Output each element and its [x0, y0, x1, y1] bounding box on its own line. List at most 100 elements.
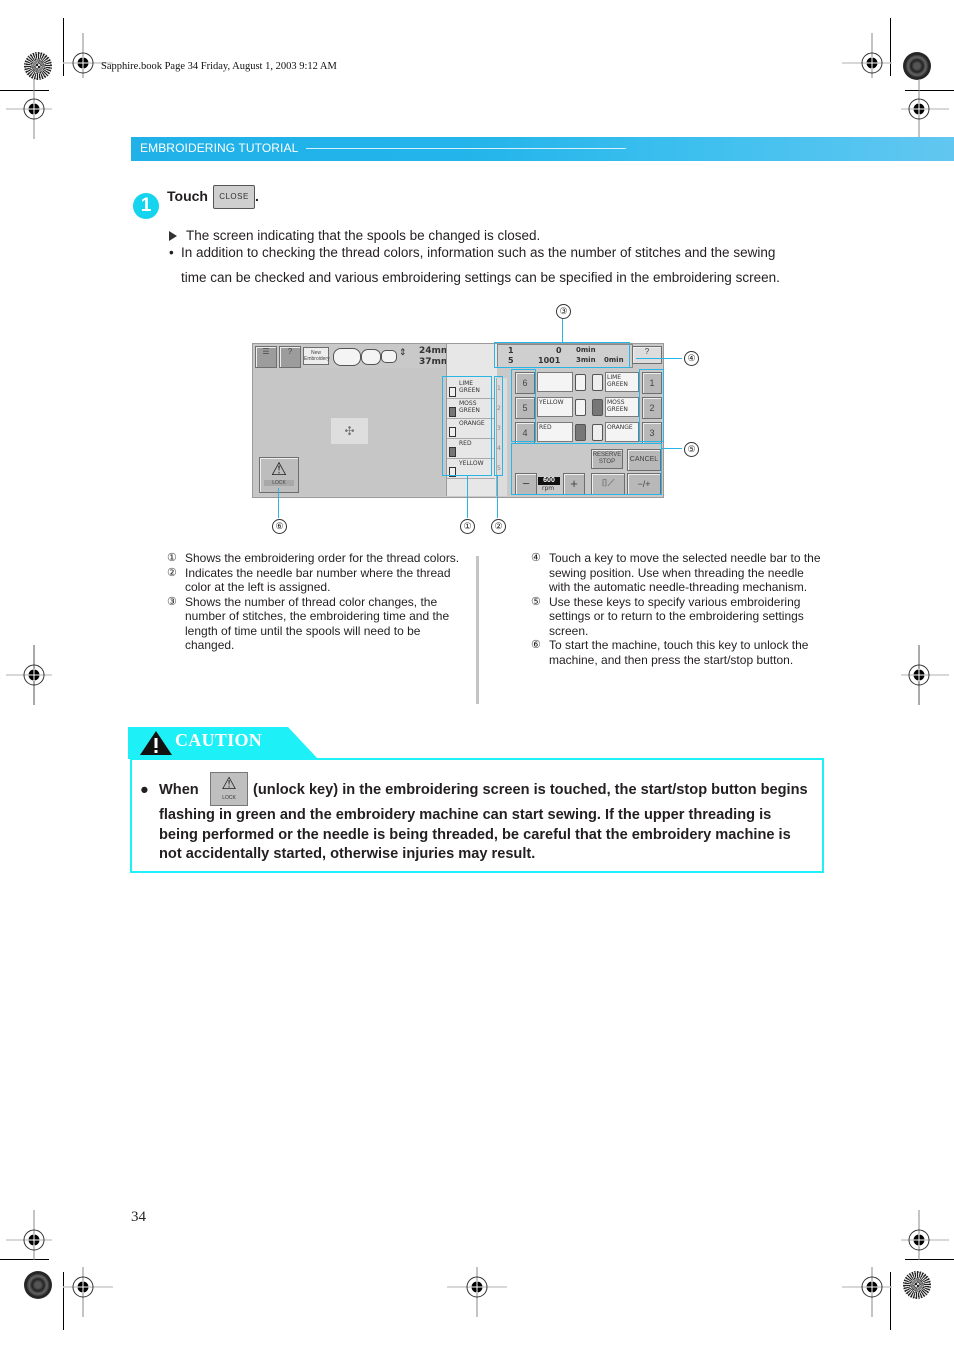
thread-label: RED — [539, 424, 552, 431]
print-info: Sapphire.book Page 34 Friday, August 1, … — [101, 61, 337, 72]
new-embroidery-button: New Embroidery — [303, 347, 330, 365]
registration-mark-icon — [889, 645, 949, 705]
thread-label-box — [537, 372, 573, 392]
callout-box-2 — [494, 376, 503, 476]
description-text: Shows the number of thread color changes… — [185, 594, 450, 653]
callout-box-4b — [639, 369, 664, 442]
lock-label: LOCK — [222, 795, 236, 801]
description-text: Use these keys to specify various embroi… — [549, 594, 804, 638]
callout-leader — [497, 476, 498, 518]
thread-label-box: MOSS GREEN — [605, 397, 639, 417]
result-arrow-icon — [169, 231, 177, 241]
caution-when: When — [159, 782, 199, 798]
callout-box-3 — [494, 342, 630, 368]
warning-triangle-icon: ⚠ — [221, 774, 237, 793]
callout-description: ② Indicates the needle bar number where t… — [167, 566, 462, 595]
caution-bullet: ● — [140, 782, 149, 798]
caution-title: CAUTION — [175, 730, 263, 750]
page-number: 34 — [131, 1209, 146, 1225]
bullet-dot: • — [169, 245, 174, 260]
step-instruction-suffix: . — [255, 188, 259, 204]
callout-leader — [278, 488, 279, 518]
step-number-badge: 1 — [133, 193, 159, 219]
description-text: To start the machine, touch this key to … — [549, 638, 809, 667]
registration-mark-icon — [889, 79, 949, 139]
color-registration-target-icon — [24, 52, 52, 80]
callout-2: ② — [491, 519, 506, 534]
callout-box-4a — [511, 369, 536, 442]
thread-spool-icon — [575, 424, 586, 441]
callout-4: ④ — [684, 351, 699, 366]
callout-description: ③ Shows the number of thread color change… — [167, 595, 462, 653]
hoop-small-icon — [381, 350, 397, 363]
callout-description: ⑤ Use these keys to specify various embro… — [531, 595, 826, 639]
color-registration-target-icon — [24, 1271, 52, 1299]
thread-label-box: RED — [537, 422, 573, 442]
thread-label: YELLOW — [539, 399, 564, 406]
description-number: ① — [167, 552, 177, 564]
callout-leader — [562, 318, 563, 342]
callout-description: ⑥ To start the machine, touch this key to… — [531, 638, 826, 667]
pattern-list-icon: ☰ — [255, 346, 277, 368]
description-text: Shows the embroidering order for the thr… — [185, 551, 460, 565]
color-registration-target-icon — [903, 1271, 931, 1299]
thread-spool-icon — [592, 399, 603, 416]
registration-mark-icon — [842, 1257, 902, 1317]
caution-line4: not accidentally started, otherwise inju… — [159, 846, 536, 862]
size-icon: ⇕ — [399, 347, 407, 357]
lock-label: LOCK — [264, 480, 294, 486]
callout-leader — [662, 448, 682, 449]
thread-label: LIME GREEN — [607, 374, 628, 388]
pattern-thumbnail: ✣ — [331, 418, 368, 444]
registration-mark-icon — [53, 1257, 113, 1317]
callout-1: ① — [460, 519, 475, 534]
registration-mark-icon — [447, 1257, 507, 1317]
callout-box-5 — [511, 443, 662, 495]
caution-line1: (unlock key) in the embroidering screen … — [253, 782, 808, 798]
callout-descriptions-left: ① Shows the embroidering order for the th… — [167, 551, 462, 653]
thread-spool-icon — [575, 399, 586, 416]
machine-help-icon: ? — [279, 346, 301, 368]
callout-descriptions-right: ④ Touch a key to move the selected needle… — [531, 551, 826, 667]
hoop-medium-icon — [361, 349, 381, 365]
callout-leader — [467, 476, 468, 518]
thread-label-box: ORANGE — [605, 422, 639, 442]
bullet-text-line1: In addition to checking the thread color… — [181, 245, 776, 260]
description-text: Touch a key to move the selected needle … — [549, 551, 821, 594]
warning-triangle-icon: ⚠ — [270, 459, 288, 479]
callout-5: ⑤ — [684, 442, 699, 457]
thread-label-box: LIME GREEN — [605, 372, 639, 392]
caution-line2: flashing in green and the embroidery mac… — [159, 807, 772, 823]
column-divider — [476, 556, 479, 704]
close-button-image: CLOSE — [213, 185, 255, 209]
callout-leader — [636, 358, 682, 359]
description-number: ⑤ — [531, 595, 541, 608]
registration-mark-icon — [4, 79, 64, 139]
lock-key-button: ⚠ LOCK — [259, 457, 299, 493]
header-rule — [306, 148, 626, 149]
callout-description: ④ Touch a key to move the selected needle… — [531, 551, 826, 595]
unlock-key-image: ⚠ LOCK — [210, 772, 248, 806]
thread-spool-icon — [592, 424, 603, 441]
description-number: ④ — [531, 552, 541, 564]
registration-mark-icon — [4, 645, 64, 705]
callout-6: ⑥ — [272, 519, 287, 534]
step-instruction: Touch — [167, 188, 208, 204]
description-number: ⑥ — [531, 639, 541, 651]
thread-spool-icon — [592, 374, 603, 391]
description-text: Indicates the needle bar number where th… — [185, 565, 451, 595]
hoop-large-icon — [333, 348, 361, 366]
result-text: The screen indicating that the spools be… — [186, 228, 541, 243]
thread-label-box: YELLOW — [537, 397, 573, 417]
warning-triangle-icon — [139, 730, 173, 761]
callout-box-1 — [442, 376, 492, 476]
callout-3: ③ — [556, 304, 571, 319]
bullet-text-line2: time can be checked and various embroide… — [181, 270, 780, 285]
section-title: EMBROIDERING TUTORIAL — [140, 141, 299, 155]
thread-label: MOSS GREEN — [607, 399, 628, 413]
callout-description: ① Shows the embroidering order for the th… — [167, 551, 462, 566]
thread-spool-icon — [575, 374, 586, 391]
description-number: ② — [167, 566, 177, 579]
color-registration-target-icon — [903, 52, 931, 80]
help-icon: ? — [632, 346, 662, 364]
